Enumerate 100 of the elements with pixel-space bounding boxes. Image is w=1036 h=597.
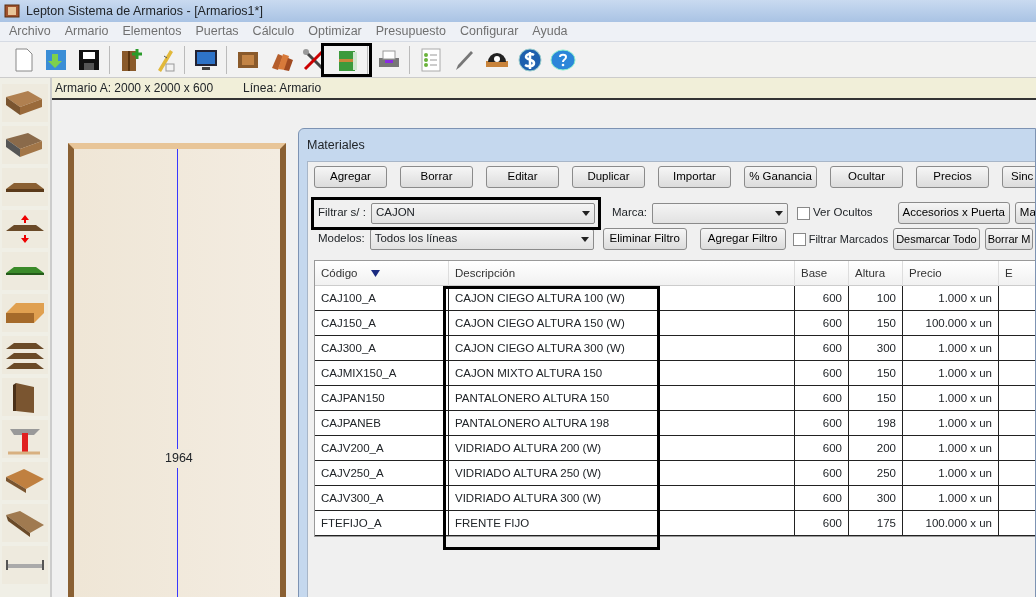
toolbar-button[interactable]: % Ganancia xyxy=(744,166,817,188)
table-cell: 250 xyxy=(849,461,903,487)
menu-item[interactable]: Ayuda xyxy=(525,22,575,41)
dropdown[interactable]: CAJON xyxy=(370,202,595,224)
disc-saw-icon xyxy=(485,52,508,67)
linea-info: Línea: Armario xyxy=(243,80,322,97)
table-cell: 1.000 x un xyxy=(903,386,999,412)
open-cabinet-button[interactable] xyxy=(2,504,48,542)
side-panel-button[interactable] xyxy=(2,378,48,416)
menu-item[interactable]: Armario xyxy=(57,22,116,41)
window-title: Lepton Sistema de Armarios - [Armarios1*] xyxy=(26,2,263,20)
menu-item[interactable]: Cálculo xyxy=(245,22,302,41)
movable-shelf-button[interactable] xyxy=(2,210,48,248)
divider-button[interactable] xyxy=(2,420,48,458)
rail-button[interactable] xyxy=(2,546,48,584)
dimension-label: 1964 xyxy=(164,449,194,468)
filter-label: Filtrar s/ : xyxy=(318,205,366,221)
table-cell: 600 xyxy=(795,311,849,337)
toolbar-button[interactable]: Duplicar xyxy=(572,166,645,188)
table-cell: 1.000 x un xyxy=(903,411,999,437)
table-cell: CAJMIX150_A xyxy=(315,361,449,387)
table-cell: 1.000 x un xyxy=(903,286,999,312)
table-cell: CAJV200_A xyxy=(315,436,449,462)
table-cell: 200 xyxy=(849,436,903,462)
dialog-title: Materiales xyxy=(307,136,366,154)
column-header[interactable]: Altura xyxy=(849,261,903,287)
column-header[interactable]: Código xyxy=(315,261,449,287)
side-button[interactable]: Accesorios x Puerta xyxy=(897,202,1010,224)
checkbox-label: Filtrar Marcados xyxy=(808,231,889,247)
table-cell: CAJV250_A xyxy=(315,461,449,487)
table-cell: 600 xyxy=(795,336,849,362)
caret-icon xyxy=(580,236,589,242)
menu-item[interactable]: Optimizar xyxy=(301,22,369,41)
column-header[interactable]: Descripción xyxy=(449,261,795,287)
laminate-shelf-button[interactable] xyxy=(2,252,48,290)
toolbar-button[interactable]: Precios xyxy=(916,166,989,188)
menu-item[interactable]: Elementos xyxy=(115,22,189,41)
highlight-frame xyxy=(321,42,372,77)
table-cell: CAJON CIEGO ALTURA 300 (W) xyxy=(449,336,795,362)
rail-icon xyxy=(6,560,44,570)
menu-item[interactable]: Presupuesto xyxy=(368,22,453,41)
open-drawer-button[interactable] xyxy=(2,126,48,164)
table-cell: CAJPANEB xyxy=(315,411,449,437)
drawer-box-button[interactable] xyxy=(2,84,48,122)
shelf-icon xyxy=(6,182,44,192)
table-cell: VIDRIADO ALTURA 250 (W) xyxy=(449,461,795,487)
toolbar-button[interactable]: Editar xyxy=(486,166,559,188)
table-cell: 600 xyxy=(795,436,849,462)
table-cell: CAJ300_A xyxy=(315,336,449,362)
shelves-button[interactable] xyxy=(2,336,48,374)
table-cell: 600 xyxy=(795,386,849,412)
table-cell: VIDRIADO ALTURA 200 (W) xyxy=(449,436,795,462)
menu-item[interactable]: Configurar xyxy=(452,22,526,41)
dropdown[interactable]: Todos los líneas xyxy=(369,228,594,250)
checkbox[interactable] xyxy=(797,206,811,220)
filter-button[interactable]: Agregar Filtro xyxy=(699,228,786,250)
toolbar-button[interactable]: Importar xyxy=(658,166,731,188)
toolbar-button[interactable]: Borrar xyxy=(400,166,473,188)
side-button[interactable]: Ma xyxy=(1014,202,1035,224)
table-cell: 1.000 x un xyxy=(903,361,999,387)
table-cell: 150 xyxy=(849,386,903,412)
table-cell: 1.000 x un xyxy=(903,436,999,462)
table-cell: 300 xyxy=(849,336,903,362)
table-cell: 100.000 x un xyxy=(903,311,999,337)
toolbar-button[interactable]: Ocultar xyxy=(830,166,903,188)
table-cell: 600 xyxy=(795,286,849,312)
tray-button[interactable] xyxy=(2,462,48,500)
board-button[interactable] xyxy=(2,294,48,332)
dropdown[interactable] xyxy=(652,202,789,224)
menu-item[interactable]: Puertas xyxy=(188,22,246,41)
table-cell: 150 xyxy=(849,311,903,337)
column-header[interactable]: E xyxy=(999,261,1035,287)
checkbox-label: Ver Ocultos xyxy=(813,205,873,221)
table-cell: 100.000 x un xyxy=(903,511,999,537)
app-icon xyxy=(4,4,20,18)
table-cell: CAJV300_A xyxy=(315,486,449,512)
toolbar-button[interactable]: Agregar xyxy=(314,166,387,188)
side-button[interactable]: Borrar M xyxy=(984,228,1034,250)
menu-item[interactable]: Archivo xyxy=(2,22,58,41)
shelf-button[interactable] xyxy=(2,168,48,206)
table-cell: 1.000 x un xyxy=(903,336,999,362)
table-cell: 1.000 x un xyxy=(903,486,999,512)
table-cell: 600 xyxy=(795,461,849,487)
toolbar-button[interactable]: Sinc xyxy=(1002,166,1035,188)
column-header[interactable]: Precio xyxy=(903,261,999,287)
column-header[interactable]: Base xyxy=(795,261,849,287)
armario-info: Armario A: 2000 x 2000 x 600 xyxy=(55,80,214,97)
table-cell: PANTALONERO ALTURA 198 xyxy=(449,411,795,437)
filter-button[interactable]: Eliminar Filtro xyxy=(602,228,687,250)
models-label: Modelos: xyxy=(318,231,365,247)
table-cell: CAJ150_A xyxy=(315,311,449,337)
table-cell: FRENTE FIJO xyxy=(449,511,795,537)
table-cell: 300 xyxy=(849,486,903,512)
brand-label: Marca: xyxy=(611,205,648,221)
caret-icon xyxy=(581,210,590,216)
table-cell: PANTALONERO ALTURA 150 xyxy=(449,386,795,412)
table-cell: 600 xyxy=(795,411,849,437)
side-button[interactable]: Desmarcar Todo xyxy=(893,228,980,250)
checkbox[interactable] xyxy=(792,232,806,246)
table-cell: CAJON MIXTO ALTURA 150 xyxy=(449,361,795,387)
